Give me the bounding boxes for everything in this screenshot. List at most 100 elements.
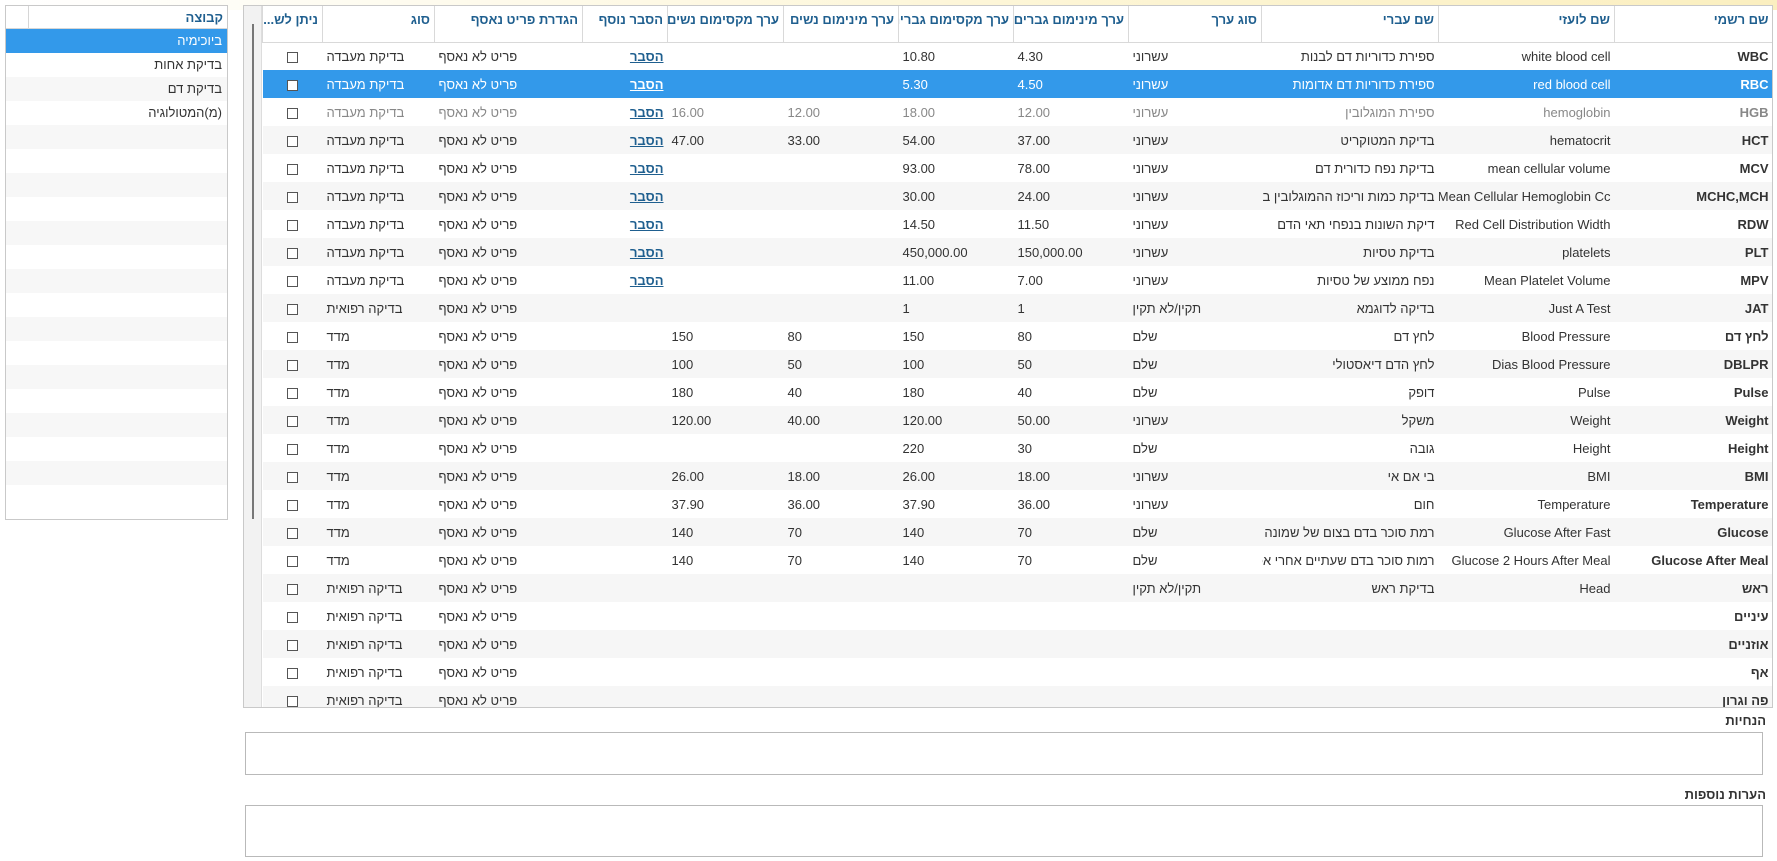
- table-row[interactable]: Glucose Glucose After Fast רמת סוכר בדם בצ…: [262, 518, 1772, 546]
- row-checkbox[interactable]: [287, 51, 298, 63]
- group-item[interactable]: בדיקת דם: [6, 77, 227, 101]
- row-checkbox[interactable]: [287, 443, 298, 455]
- table-row[interactable]: Temperature Temperature חום עשרוני 36.00 37.9…: [263, 490, 1773, 518]
- table-row[interactable]: עיניים פריט לא נאסף בדיקה רפואית: [263, 602, 1773, 630]
- row-checkbox[interactable]: [287, 611, 298, 623]
- instructions-field[interactable]: [245, 732, 1763, 775]
- table-row[interactable]: פה וגרון פריט לא נאסף בדיקה רפואית: [262, 686, 1772, 707]
- cell-collected-item: פריט לא נאסף: [438, 496, 518, 512]
- cell-male-min: 18.00: [1013, 462, 1129, 490]
- cell-male-max: 10.80: [902, 48, 936, 64]
- cell-female-max: 150: [671, 328, 694, 344]
- row-checkbox[interactable]: [287, 247, 298, 259]
- explanation-link[interactable]: הסבר: [630, 105, 664, 120]
- row-checkbox[interactable]: [287, 331, 298, 343]
- cell-collected-item: פריט לא נאסף: [434, 630, 583, 658]
- cell-foreign-name: white blood cell: [1521, 48, 1611, 64]
- table-row[interactable]: Weight Weight משקל עשרוני 50.00 120.00 40.00 12…: [262, 406, 1772, 434]
- column-header-official-name[interactable]: שם רשמי: [1614, 6, 1772, 43]
- group-item[interactable]: בדיקת אחות: [6, 53, 227, 77]
- column-header-female-min[interactable]: ערך מינימום נשים: [783, 6, 899, 43]
- explanation-link[interactable]: הסבר: [630, 217, 664, 232]
- row-checkbox[interactable]: [287, 275, 298, 287]
- table-row[interactable]: אוזניים פריט לא נאסף בדיקה רפואית: [262, 630, 1772, 658]
- row-checkbox[interactable]: [287, 191, 298, 203]
- explanation-link[interactable]: הסבר: [630, 77, 664, 92]
- cell-value-type: שלם: [1132, 384, 1158, 400]
- cell-female-min: [783, 686, 899, 707]
- table-row[interactable]: HGB hemoglobin ספירת המוגלובין עשרוני 12.00 1…: [263, 98, 1773, 126]
- table-row[interactable]: ראש Head בדיקת ראש תקין/לא תקין פריט לא נאסף…: [262, 574, 1772, 602]
- row-checkbox[interactable]: [287, 415, 298, 427]
- cell-official-name: MCHC,MCH: [1614, 182, 1772, 210]
- table-row[interactable]: WBC white blood cell ספירת כדוריות דם לבנו…: [263, 42, 1773, 70]
- row-checkbox[interactable]: [287, 219, 298, 231]
- row-checkbox[interactable]: [287, 527, 298, 539]
- column-header-female-max[interactable]: ערך מקסימום נשים: [667, 6, 784, 43]
- table-row[interactable]: PLT platelets בדיקת טסיות עשרוני 150,000.00 4…: [262, 238, 1772, 266]
- cell-official-name: ראש: [1614, 574, 1772, 602]
- explanation-link[interactable]: הסבר: [630, 49, 664, 64]
- row-checkbox[interactable]: [287, 359, 298, 371]
- row-checkbox[interactable]: [287, 555, 298, 567]
- column-header-male-min[interactable]: ערך מינימום גברים: [1013, 6, 1129, 43]
- column-header-can-edit[interactable]: ניתן לש...: [262, 6, 323, 43]
- cell-can-edit: [263, 658, 323, 686]
- grid-scrollbar[interactable]: [244, 6, 262, 707]
- explanation-link[interactable]: הסבר: [630, 133, 664, 148]
- table-row[interactable]: Height Height גובה שלם 30 220 פריט לא נאסף מדד: [263, 434, 1773, 462]
- row-checkbox[interactable]: [287, 583, 298, 595]
- table-row[interactable]: לחץ דם Blood Pressure לחץ דם שלם 80 150 80 150 פ…: [263, 322, 1773, 350]
- row-checkbox[interactable]: [287, 387, 298, 399]
- grid-scrollbar-thumb[interactable]: [252, 24, 254, 519]
- table-row[interactable]: JAT Just A Test בדיקה לדוגמא תקין/לא תקין 1 1…: [262, 294, 1772, 322]
- table-row[interactable]: RDW Red Cell Distribution Width דיקת השונו…: [263, 210, 1773, 238]
- table-row[interactable]: HCT hematocrit בדיקת המטוקריט עשרוני 37.00 54…: [262, 126, 1772, 154]
- table-row[interactable]: Pulse Pulse דופק שלם 40 180 40 180 פריט לא נאסף מ…: [263, 378, 1773, 406]
- cell-female-min: 18.00: [783, 462, 899, 490]
- column-header-value-type[interactable]: סוג ערך: [1128, 6, 1262, 43]
- row-checkbox[interactable]: [287, 107, 298, 119]
- group-column-header[interactable]: קבוצה: [28, 6, 227, 28]
- column-header-foreign-name[interactable]: שם לועזי: [1438, 6, 1615, 43]
- column-header-extra-explanation[interactable]: הסבר נוסף: [582, 6, 668, 43]
- explanation-link[interactable]: הסבר: [630, 161, 664, 176]
- cell-hebrew-name: [1261, 686, 1439, 707]
- column-header-kind[interactable]: סוג: [322, 6, 435, 43]
- column-header-collected-item[interactable]: הגדרת פריט נאסף: [434, 6, 583, 43]
- table-row[interactable]: אף פריט לא נאסף בדיקה רפואית: [263, 658, 1773, 686]
- row-checkbox[interactable]: [287, 499, 298, 511]
- table-row[interactable]: DBLPR Dias Blood Pressure לחץ הדם דיאסטולי…: [262, 350, 1772, 378]
- cell-male-max: 5.30: [898, 70, 1014, 98]
- table-row[interactable]: Glucose After Meal Glucose 2 Hours After …: [263, 546, 1773, 574]
- cell-male-min: 7.00: [1017, 272, 1043, 288]
- group-item[interactable]: (מ)המטולוגיה: [6, 101, 227, 125]
- group-item[interactable]: ביוכימיה: [6, 29, 227, 53]
- explanation-link[interactable]: הסבר: [630, 273, 664, 288]
- table-row[interactable]: MPV Mean Platelet Volume נפח ממוצע של טסיו…: [263, 266, 1773, 294]
- row-checkbox[interactable]: [287, 471, 298, 483]
- row-checkbox[interactable]: [287, 639, 298, 651]
- row-checkbox[interactable]: [287, 695, 298, 707]
- table-row[interactable]: RBC red blood cell ספירת כדוריות דם אדומות…: [262, 70, 1772, 98]
- table-row[interactable]: BMI BMI בי אם אי עשרוני 18.00 26.00 18.00 26.00…: [262, 462, 1772, 490]
- cell-female-min: [784, 434, 899, 462]
- column-header-hebrew-name[interactable]: שם עברי: [1261, 6, 1439, 43]
- notes-field[interactable]: [245, 805, 1763, 857]
- cell-hebrew-name: נפח ממוצע של טסיות: [1317, 272, 1435, 288]
- table-row[interactable]: MCV mean cellular volume בדיקת נפח כדורית …: [263, 154, 1773, 182]
- cell-official-name: HGB: [1739, 104, 1769, 120]
- group-empty-row: [6, 125, 227, 149]
- explanation-link[interactable]: הסבר: [630, 189, 664, 204]
- cell-value-type: עשרוני: [1128, 126, 1262, 154]
- row-checkbox[interactable]: [287, 163, 298, 175]
- cell-collected-item: פריט לא נאסף: [434, 294, 583, 322]
- cell-official-name: פה וגרון: [1614, 686, 1772, 707]
- row-checkbox[interactable]: [287, 135, 298, 147]
- table-row[interactable]: MCHC,MCH Mean Cellular Hemoglobin Cc בדיקת…: [262, 182, 1772, 210]
- row-checkbox[interactable]: [287, 79, 298, 91]
- row-checkbox[interactable]: [287, 303, 298, 315]
- column-header-male-max[interactable]: ערך מקסימום גברים: [898, 6, 1014, 43]
- explanation-link[interactable]: הסבר: [630, 245, 664, 260]
- row-checkbox[interactable]: [287, 667, 298, 679]
